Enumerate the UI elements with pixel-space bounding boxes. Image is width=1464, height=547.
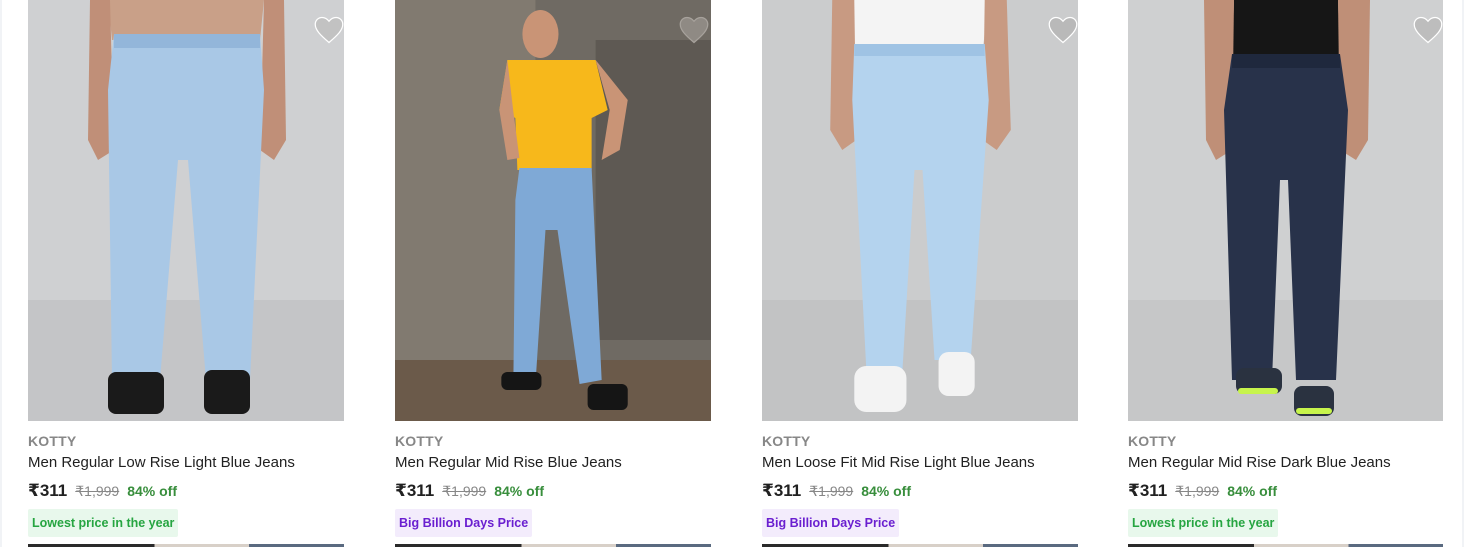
selling-price: ₹311 (395, 481, 435, 500)
product-grid: KOTTY Men Regular Low Rise Light Blue Je… (0, 0, 1464, 547)
discount-percent: 84% off (494, 483, 545, 499)
product-title[interactable]: Men Regular Mid Rise Blue Jeans (395, 454, 622, 471)
product-image[interactable] (395, 0, 711, 421)
selling-price: ₹311 (762, 481, 802, 500)
heart-icon[interactable] (314, 16, 344, 44)
wishlist-button[interactable] (1413, 16, 1443, 44)
wishlist-button[interactable] (314, 16, 344, 44)
product-title[interactable]: Men Regular Mid Rise Dark Blue Jeans (1128, 454, 1391, 471)
discount-percent: 84% off (1227, 483, 1278, 499)
wishlist-button[interactable] (1048, 16, 1078, 44)
heart-icon[interactable] (679, 16, 709, 44)
discount-percent: 84% off (861, 483, 912, 499)
original-price: ₹1,999 (809, 483, 854, 499)
product-title[interactable]: Men Regular Low Rise Light Blue Jeans (28, 454, 295, 471)
product-image[interactable] (1128, 0, 1443, 421)
brand-name: KOTTY (762, 433, 811, 449)
price-row: ₹311 ₹1,999 84% off (395, 481, 544, 501)
price-row: ₹311 ₹1,999 84% off (28, 481, 177, 501)
product-card[interactable]: KOTTY Men Regular Mid Rise Dark Blue Jea… (1128, 0, 1443, 547)
offer-badge: Lowest price in the year (1128, 509, 1279, 537)
original-price: ₹1,999 (75, 483, 120, 499)
original-price: ₹1,999 (442, 483, 487, 499)
price-row: ₹311 ₹1,999 84% off (1128, 481, 1277, 501)
price-row: ₹311 ₹1,999 84% off (762, 481, 911, 501)
brand-name: KOTTY (28, 433, 77, 449)
selling-price: ₹311 (28, 481, 68, 500)
offer-badge: Big Billion Days Price (762, 509, 900, 537)
brand-name: KOTTY (395, 433, 444, 449)
wishlist-button[interactable] (679, 16, 709, 44)
product-card[interactable]: KOTTY Men Regular Mid Rise Blue Jeans ₹3… (395, 0, 711, 547)
heart-icon[interactable] (1413, 16, 1443, 44)
offer-badge: Big Billion Days Price (395, 509, 533, 537)
product-card[interactable]: KOTTY Men Loose Fit Mid Rise Light Blue … (762, 0, 1078, 547)
original-price: ₹1,999 (1175, 483, 1220, 499)
product-image[interactable] (762, 0, 1078, 421)
product-title[interactable]: Men Loose Fit Mid Rise Light Blue Jeans (762, 454, 1035, 471)
offer-badge: Lowest price in the year (28, 509, 179, 537)
selling-price: ₹311 (1128, 481, 1168, 500)
product-card[interactable]: KOTTY Men Regular Low Rise Light Blue Je… (28, 0, 344, 547)
heart-icon[interactable] (1048, 16, 1078, 44)
discount-percent: 84% off (127, 483, 178, 499)
brand-name: KOTTY (1128, 433, 1177, 449)
product-image[interactable] (28, 0, 344, 421)
